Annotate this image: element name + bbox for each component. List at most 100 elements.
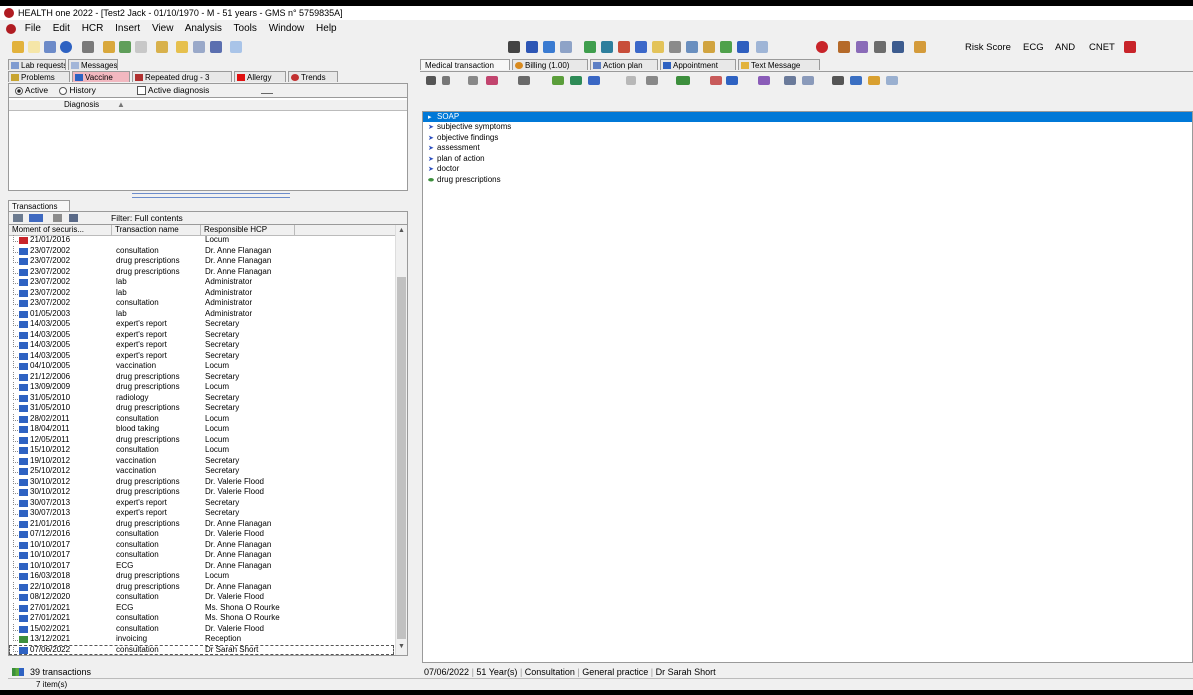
stop-icon[interactable] [816,41,828,53]
scroll-up-icon[interactable]: ▲ [398,227,405,234]
document-icon[interactable] [135,41,147,53]
table-row[interactable]: 10/10/2017 consultation Dr. Anne Flanagan [9,539,394,551]
tab-billing[interactable]: Billing (1.00) [512,59,588,70]
menu-tools[interactable]: Tools [234,23,257,34]
soap-drug-prescriptions[interactable]: ⬬ drug prescriptions [428,175,501,186]
table-row[interactable]: 04/10/2005 vaccination Locum [9,361,394,372]
table-row[interactable]: 10/10/2017 consultation Dr. Anne Flanagan [9,550,394,561]
soap-subjective-symptoms[interactable]: ➤ subjective symptoms [428,122,511,133]
add-item-icon[interactable] [486,76,498,85]
tab-appointment[interactable]: Appointment [660,59,736,70]
form-icon[interactable] [646,76,658,85]
refresh-icon[interactable] [176,41,188,53]
table-row[interactable]: 13/09/2009 drug prescriptions Locum [9,382,394,393]
cnet-button[interactable]: CNET [1089,41,1115,55]
capsule-icon[interactable] [676,76,690,85]
tab-vaccine[interactable]: Vaccine [72,71,130,82]
menu-view[interactable]: View [152,23,174,34]
group-icon[interactable] [856,41,868,53]
hospital-icon[interactable] [737,41,749,53]
tab-text-message[interactable]: Text Message [738,59,820,70]
table-row[interactable]: 23/07/2002 drug prescriptions Dr. Anne Fla… [9,266,394,278]
folder-up-icon[interactable] [103,41,115,53]
table-icon[interactable] [560,41,572,53]
table-row[interactable]: 07/12/2016 consultation Dr. Valerie Flood [9,529,394,540]
table-row[interactable]: 22/10/2018 drug prescriptions Dr. Anne Fla… [9,581,394,593]
copy-icon[interactable] [13,214,23,222]
print-icon[interactable] [82,41,94,53]
table-row[interactable]: 23/07/2002 lab Administrator [9,277,394,288]
pencil-icon[interactable] [552,76,564,85]
patients-icon[interactable] [584,41,596,53]
open-folder-icon[interactable] [12,41,24,53]
note-icon[interactable] [652,41,664,53]
calendar-grid-icon[interactable] [526,41,538,53]
tab-transactions[interactable]: Transactions [8,200,70,211]
printer-icon[interactable] [832,76,844,85]
nb-icon[interactable] [508,41,520,53]
table-row[interactable]: 15/10/2012 consultation Locum [9,445,394,456]
table-row[interactable]: 23/07/2002 consultation Dr. Anne Flanagan [9,245,394,257]
template-icon[interactable] [518,76,530,85]
tab-repeated-drug[interactable]: Repeated drug - 3 [132,71,232,82]
menu-file[interactable]: File [25,23,41,34]
family-icon[interactable] [601,41,613,53]
table-row[interactable]: 23/07/2002 consultation Administrator [9,298,394,309]
scan-icon[interactable] [756,41,768,53]
mail-icon[interactable] [156,41,168,53]
table-row[interactable]: 23/07/2002 drug prescriptions Dr. Anne Fla… [9,256,394,267]
table-row[interactable]: 23/07/2002 lab Administrator [9,287,394,299]
pen-icon[interactable] [618,41,630,53]
contacts-icon[interactable] [635,41,647,53]
table-row[interactable]: 14/03/2005 expert's report Secretary [9,319,394,330]
table-row[interactable]: 14/03/2005 expert's report Secretary [9,350,394,362]
tab-messages[interactable]: Messages [68,59,118,70]
column-responsible-hcp[interactable]: Responsible HCP [201,225,295,235]
building-icon[interactable] [892,41,904,53]
menu-help[interactable]: Help [316,23,337,34]
menu-window[interactable]: Window [269,23,305,34]
connect-icon[interactable] [886,76,898,85]
table-row[interactable]: 30/10/2012 drug prescriptions Dr. Valerie … [9,487,394,498]
table-row[interactable]: 14/03/2005 expert's report Secretary [9,340,394,351]
table-row[interactable]: 31/05/2010 drug prescriptions Secretary [9,403,394,414]
table-row[interactable]: 21/12/2006 drug prescriptions Secretary [9,371,394,383]
scroll-thumb[interactable] [397,277,406,639]
chart-icon[interactable] [543,41,555,53]
export-icon[interactable] [119,41,131,53]
soap-doctor[interactable]: ➤ doctor [428,164,459,175]
soap-assessment[interactable]: ➤ assessment [428,143,480,154]
edit-icon[interactable] [710,76,722,85]
table-row[interactable]: 07/06/2022 consultation Dr Sarah Short [9,644,394,655]
tab-medical-transaction[interactable]: Medical transaction [420,59,510,70]
new-document-icon[interactable] [28,41,40,53]
history-radio[interactable]: History [59,84,96,97]
print-list-icon[interactable] [53,214,62,222]
table-row[interactable]: 27/01/2021 consultation Ms. Shona O Rourke [9,613,394,624]
car-icon[interactable] [874,41,886,53]
diagnosis-column-header[interactable]: Diagnosis [64,100,99,110]
soap-objective-findings[interactable]: ➤ objective findings [428,133,498,144]
table-row[interactable]: 08/12/2020 consultation Dr. Valerie Flood [9,592,394,603]
question-icon[interactable] [626,76,636,85]
column-moment[interactable]: Moment of securis... [9,225,112,235]
duplicate-icon[interactable] [784,76,796,85]
star-icon[interactable] [570,76,582,85]
table-row[interactable]: 21/01/2016 Locum [9,235,394,246]
table-row[interactable]: 30/07/2013 expert's report Secretary [9,508,394,519]
ecg-button[interactable]: ECG [1023,41,1044,55]
table-row[interactable]: 10/10/2017 ECG Dr. Anne Flanagan [9,560,394,572]
monitor-icon[interactable] [210,41,222,53]
table-row[interactable]: 31/05/2010 radiology Secretary [9,392,394,404]
grid-icon[interactable] [193,41,205,53]
table-row[interactable]: 12/05/2011 drug prescriptions Locum [9,434,394,446]
risk-score-button[interactable]: Risk Score [965,41,1011,55]
table-row[interactable]: 30/07/2013 expert's report Secretary [9,497,394,509]
active-diagnosis-checkbox[interactable]: Active diagnosis [137,84,209,97]
scroll-down-icon[interactable]: ▼ [398,643,405,650]
menu-edit[interactable]: Edit [53,23,70,34]
active-radio[interactable]: Active [15,84,48,97]
tab-trends[interactable]: Trends [288,71,338,82]
table-row[interactable]: 13/12/2021 invoicing Reception [9,634,394,645]
lab-icon[interactable] [669,41,681,53]
